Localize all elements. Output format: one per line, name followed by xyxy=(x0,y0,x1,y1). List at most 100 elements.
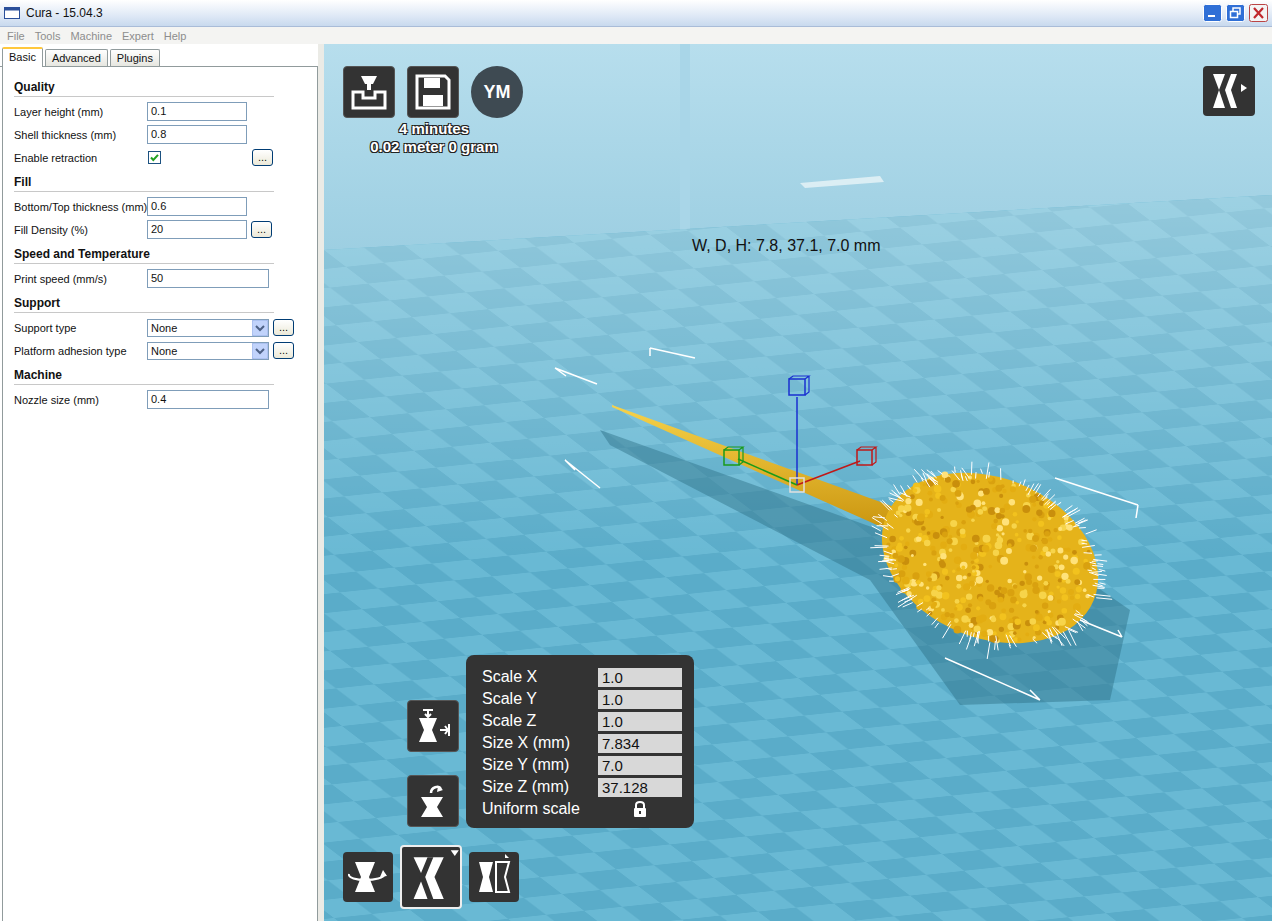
text-field[interactable]: 0.1 xyxy=(147,102,247,121)
mirror-tool-icon xyxy=(469,852,519,902)
checkbox[interactable] xyxy=(148,151,161,164)
menu-item[interactable]: Help xyxy=(159,30,192,42)
uniform-scale-row: Uniform scale xyxy=(482,798,682,820)
scale-row: Scale X 1.0 xyxy=(482,666,682,688)
more-button[interactable]: ... xyxy=(273,342,294,359)
scale-max-icon xyxy=(413,706,453,746)
section-title: Fill xyxy=(14,175,274,192)
text-field[interactable]: 0.8 xyxy=(147,125,247,144)
scale-side-tools xyxy=(407,700,459,827)
more-button[interactable]: ... xyxy=(251,221,272,238)
scale-field[interactable]: 1.0 xyxy=(598,690,682,709)
scale-field[interactable]: 1.0 xyxy=(598,668,682,687)
uniform-scale-label: Uniform scale xyxy=(482,800,580,818)
tool-button[interactable] xyxy=(400,845,462,909)
load-model-icon xyxy=(349,72,389,112)
build-plate xyxy=(324,195,1272,921)
menu-item[interactable]: Tools xyxy=(30,30,66,42)
wall-corner xyxy=(680,44,690,236)
settings-section: Speed and Temperature Print speed (mm/s)… xyxy=(3,247,317,296)
setting-label: Bottom/Top thickness (mm) xyxy=(14,201,147,213)
scale-label: Scale X xyxy=(482,668,537,686)
dropdown[interactable]: None xyxy=(147,342,269,360)
machine-marker xyxy=(800,176,884,188)
settings-section: Fill Bottom/Top thickness (mm) 0.6 Fill … xyxy=(3,175,317,247)
scale-field[interactable]: 37.128 xyxy=(598,778,682,797)
view-mode-icon xyxy=(1207,70,1251,112)
top-toolbar: YM xyxy=(343,66,523,118)
more-button[interactable]: ... xyxy=(252,149,273,166)
section-title: Machine xyxy=(14,368,274,385)
lock-icon[interactable] xyxy=(632,800,648,818)
axis-gizmo[interactable] xyxy=(724,376,876,492)
scale-row: Size Y (mm) 7.0 xyxy=(482,754,682,776)
setting-label: Fill Density (%) xyxy=(14,224,147,236)
save-icon xyxy=(413,72,453,112)
tool-bar xyxy=(343,845,519,909)
close-icon[interactable] xyxy=(1249,4,1268,22)
scale-row: Scale Z 1.0 xyxy=(482,710,682,732)
setting-row: Shell thickness (mm) 0.8 xyxy=(14,123,317,146)
title-bar: Cura - 15.04.3 xyxy=(0,0,1272,27)
scale-field[interactable]: 7.834 xyxy=(598,734,682,753)
load-button[interactable] xyxy=(343,66,395,118)
model-stick[interactable] xyxy=(612,405,907,533)
print-estimate: 4 minutes 0.02 meter 0 gram xyxy=(344,120,524,156)
scale-row: Size X (mm) 7.834 xyxy=(482,732,682,754)
section-title: Quality xyxy=(14,80,274,97)
scale-label: Scale Y xyxy=(482,690,537,708)
scale-field[interactable]: 1.0 xyxy=(598,712,682,731)
reset-scale-icon xyxy=(413,781,453,821)
setting-label: Platform adhesion type xyxy=(14,345,147,357)
dropdown[interactable]: None xyxy=(147,319,269,337)
model-dimensions: W, D, H: 7.8, 37.1, 7.0 mm xyxy=(692,237,881,255)
menu-item[interactable]: File xyxy=(2,30,30,42)
tool-button[interactable] xyxy=(343,852,393,902)
tool-button[interactable] xyxy=(469,852,519,902)
print-time: 4 minutes xyxy=(344,120,524,138)
material-usage: 0.02 meter 0 gram xyxy=(344,138,524,156)
tab-content: Quality Layer height (mm) 0.1 Shell thic… xyxy=(2,67,318,921)
setting-row: Support type None ... xyxy=(14,316,317,339)
dropdown-value: None xyxy=(151,322,177,334)
setting-label: Shell thickness (mm) xyxy=(14,129,147,141)
plate-fade xyxy=(324,195,1272,921)
setting-row: Fill Density (%) 20 ... xyxy=(14,218,317,241)
tab[interactable]: Advanced xyxy=(45,49,108,66)
text-field[interactable]: 0.4 xyxy=(147,390,269,409)
minimize-icon[interactable] xyxy=(1203,4,1222,22)
dropdown-arrow-icon[interactable] xyxy=(252,320,268,336)
scale-panel: Scale X 1.0Scale Y 1.0Scale Z 1.0Size X … xyxy=(466,655,694,828)
scale-row: Size Z (mm) 37.128 xyxy=(482,776,682,798)
save-button[interactable] xyxy=(407,66,459,118)
section-title: Support xyxy=(14,296,274,313)
reset-scale-button[interactable] xyxy=(407,775,459,827)
settings-panel: BasicAdvancedPlugins Quality Layer heigh… xyxy=(0,44,318,921)
setting-label: Nozzle size (mm) xyxy=(14,394,147,406)
tab[interactable]: Plugins xyxy=(110,49,160,66)
restore-icon[interactable] xyxy=(1226,4,1245,22)
model-bristle-head[interactable] xyxy=(856,442,1124,674)
text-field[interactable]: 20 xyxy=(147,220,247,239)
setting-label: Enable retraction xyxy=(14,152,147,164)
setting-label: Support type xyxy=(14,322,147,334)
scale-to-max-button[interactable] xyxy=(407,700,459,752)
text-field[interactable]: 50 xyxy=(147,269,269,288)
youmagine-button[interactable]: YM xyxy=(471,66,523,118)
setting-row: Nozzle size (mm) 0.4 xyxy=(14,388,317,411)
scene-background xyxy=(324,44,1272,921)
settings-section: Quality Layer height (mm) 0.1 Shell thic… xyxy=(3,80,317,175)
3d-viewport[interactable]: YM 4 minutes 0.02 meter 0 gram W, D, H: … xyxy=(324,44,1272,921)
scale-label: Size Y (mm) xyxy=(482,756,569,774)
bounding-box-corners xyxy=(555,348,1138,700)
setting-label: Print speed (mm/s) xyxy=(14,273,147,285)
menu-item[interactable]: Expert xyxy=(117,30,159,42)
text-field[interactable]: 0.6 xyxy=(147,197,247,216)
view-mode-button[interactable] xyxy=(1203,66,1255,116)
checkbox-cell xyxy=(147,151,248,164)
scale-field[interactable]: 7.0 xyxy=(598,756,682,775)
tab[interactable]: Basic xyxy=(2,47,43,67)
more-button[interactable]: ... xyxy=(273,319,294,336)
menu-item[interactable]: Machine xyxy=(65,30,117,42)
dropdown-arrow-icon[interactable] xyxy=(252,343,268,359)
